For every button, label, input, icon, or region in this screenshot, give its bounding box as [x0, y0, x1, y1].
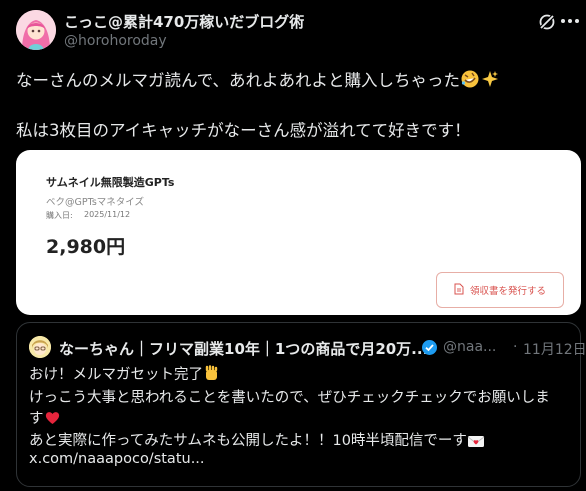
quoted-author-display-name[interactable]: なーちゃん｜フリマ副業10年｜1つの商品で月20万... — [59, 338, 428, 359]
issue-receipt-label: 領収書を発行する — [469, 286, 546, 297]
document-icon — [454, 283, 464, 298]
product-title: サムネイル無限製造GPTs — [46, 176, 175, 189]
receipt-image-card[interactable]: サムネイル無限製造GPTs ベク@GPTsマネタイズ 購入日: 2025/11/… — [16, 150, 581, 315]
quoted-text-line-2: けっこう大事と思われることを書いたので、ぜひチェックチェックでお願いしま — [29, 390, 550, 406]
quoted-author-handle[interactable]: @naa... — [443, 339, 496, 355]
tweet-text-line-1: なーさんのメルマガ読んで、あれよあれよと購入しちゃった — [16, 67, 500, 93]
tweet: こっこ@累計470万稼いだブログ術 @horohoroday なーさんのメルマガ… — [0, 0, 586, 491]
quoted-text-line-4-text: あと実際に作ってみたサムネも公開したよ！！10時半頃配信でーす — [29, 433, 467, 449]
issue-receipt-button: 領収書を発行する — [436, 272, 564, 308]
author-avatar[interactable] — [16, 10, 56, 50]
rofl-emoji-icon — [460, 69, 480, 93]
tweet-text-line-1-text: なーさんのメルマガ読んで、あれよあれよと購入しちゃった — [16, 71, 461, 90]
author-display-name[interactable]: こっこ@累計470万稼いだブログ術 — [64, 11, 304, 32]
purchase-date: 2025/11/12 — [84, 210, 131, 219]
red-heart-emoji-icon — [44, 409, 61, 430]
quoted-text-line-3: す — [29, 407, 61, 430]
product-seller: ベク@GPTsマネタイズ — [46, 197, 144, 208]
tweet-text-line-2: 私は3枚目のアイキャッチがなーさん感が溢れてて好きです！ — [16, 121, 471, 140]
grok-icon[interactable] — [537, 12, 557, 32]
product-price: 2,980円 — [46, 236, 126, 258]
avatar-illustration — [16, 10, 56, 50]
quoted-author-avatar[interactable] — [29, 336, 51, 358]
verified-badge-icon — [421, 339, 438, 356]
quoted-text-line-4: あと実際に作ってみたサムネも公開したよ！！10時半頃配信でーす — [29, 429, 485, 452]
quoted-text-line-3-text: す — [29, 411, 44, 427]
quoted-tweet-link[interactable]: x.com/naaapoco/statu... — [29, 451, 205, 467]
quoted-tweet-date[interactable]: 11月12日 — [523, 339, 586, 359]
quoted-tweet[interactable]: なーちゃん｜フリマ副業10年｜1つの商品で月20万... @naa... · 1… — [16, 322, 586, 487]
sparkles-emoji-icon — [480, 69, 500, 93]
more-icon[interactable] — [561, 18, 579, 24]
author-handle[interactable]: @horohoroday — [64, 33, 167, 49]
separator-dot: · — [513, 339, 518, 355]
quoted-text-line-1-text: おけ！メルマガセット完了 — [29, 367, 203, 383]
raised-fist-emoji-icon — [203, 365, 220, 386]
purchase-date-label: 購入日: — [46, 211, 73, 220]
love-letter-emoji-icon — [467, 434, 485, 452]
quoted-avatar-illustration — [29, 336, 51, 358]
quoted-text-line-1: おけ！メルマガセット完了 — [29, 363, 220, 386]
